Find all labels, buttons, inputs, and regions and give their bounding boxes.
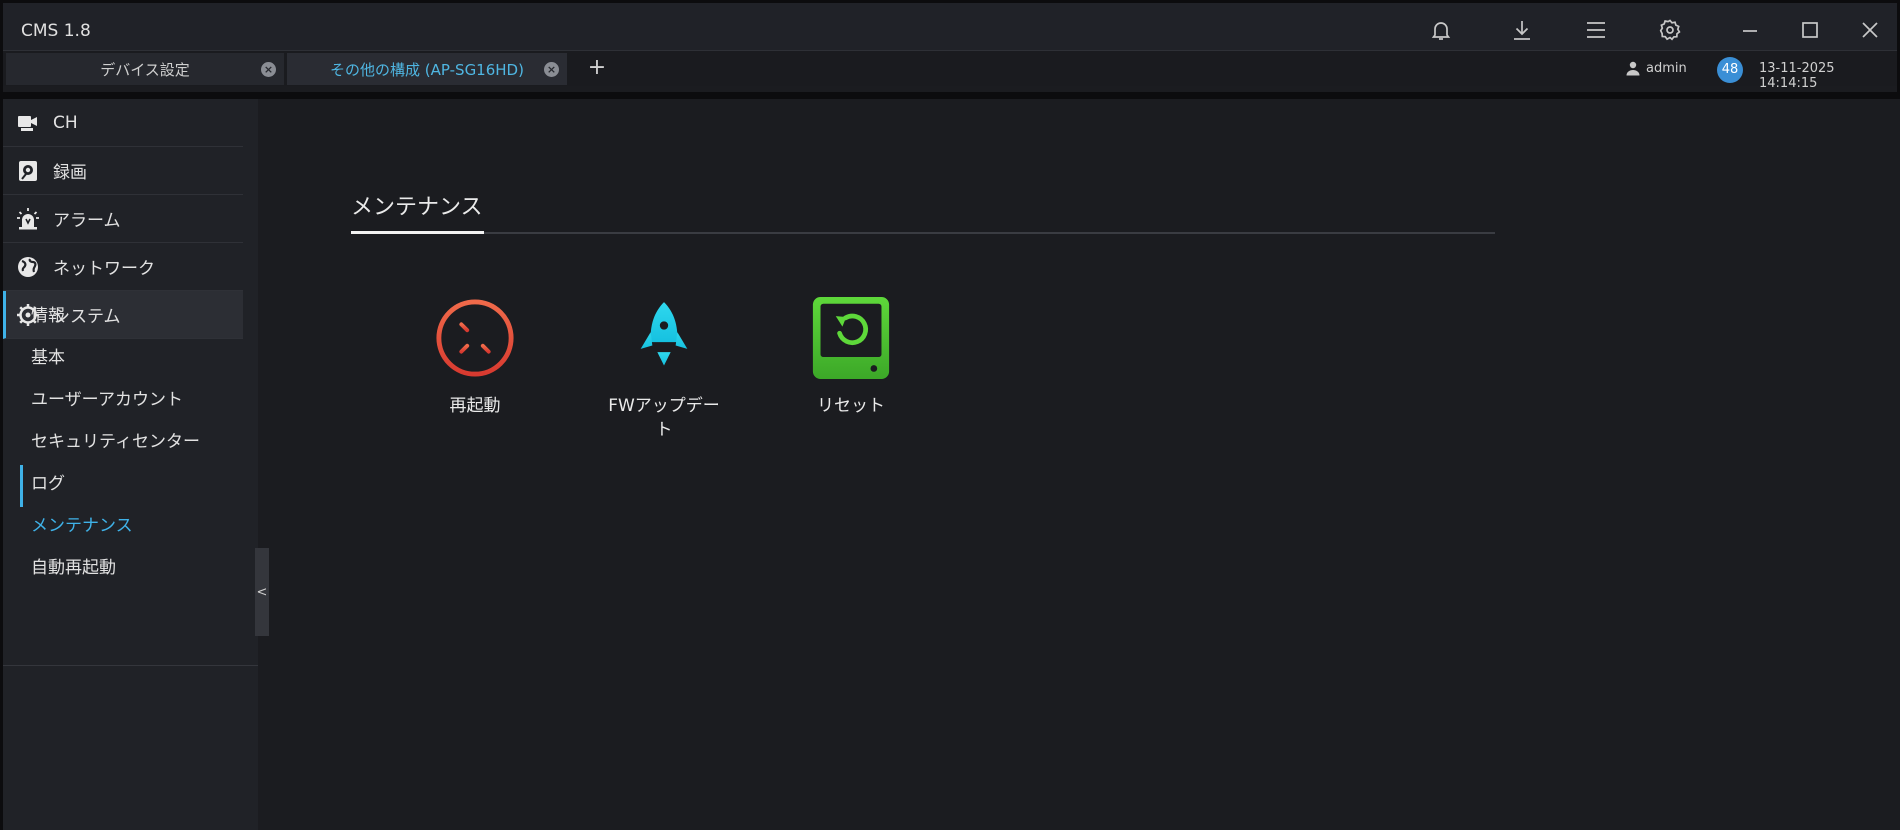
minimize-icon[interactable] [1737,17,1763,43]
restart-icon [433,294,517,382]
close-icon[interactable] [1857,17,1883,43]
submenu-item-log[interactable]: ログ [31,469,65,494]
sidebar: CH 録画 アラーム ネットワーク システム 情報 基本 ユーザーアカウント セ… [3,99,258,830]
reset-icon [809,294,893,382]
tile-label: リセット [817,396,885,416]
sidebar-item-network[interactable]: ネットワーク [3,243,243,291]
alarm-icon [15,206,41,232]
header-divider [3,92,1897,99]
camera-icon [15,110,41,136]
sidebar-item-ch[interactable]: CH [3,99,243,147]
user-name: admin [1646,60,1687,76]
tab-other-config[interactable]: その他の構成 (AP-SG16HD) × [287,53,567,85]
sidebar-item-label: アラーム [53,211,121,231]
tab-label: その他の構成 (AP-SG16HD) [330,60,524,79]
section-active-underline [351,231,484,234]
sidebar-item-label: ネットワーク [53,259,155,279]
sidebar-divider [3,665,258,666]
page-title: メンテナンス [351,195,483,220]
submenu-item-info[interactable]: 情報 [31,301,65,326]
bell-icon[interactable] [1428,17,1454,43]
tab-bar: デバイス設定 × その他の構成 (AP-SG16HD) × + admin 48… [3,50,1897,91]
recording-icon [15,158,41,184]
firmware-update-tile[interactable]: FWアップデート [594,294,734,442]
sidebar-item-recording[interactable]: 録画 [3,147,243,195]
submenu-item-user-account[interactable]: ユーザーアカウント [31,385,183,410]
download-icon[interactable] [1509,17,1535,43]
submenu-item-auto-reboot[interactable]: 自動再起動 [31,553,116,578]
sidebar-item-alarm[interactable]: アラーム [3,195,243,243]
user-icon [1626,61,1640,76]
maximize-icon[interactable] [1797,17,1823,43]
submenu-active-indicator [20,465,23,507]
reset-tile[interactable]: リセット [781,294,921,418]
submenu-item-basic[interactable]: 基本 [31,343,65,368]
add-tab-button[interactable]: + [585,56,609,80]
title-bar: CMS 1.8 [3,0,1897,50]
menu-icon[interactable] [1583,17,1609,43]
app-title: CMS 1.8 [21,21,91,41]
sidebar-item-label: 録画 [53,163,87,183]
tile-label: FWアップデート [608,396,720,440]
tile-label: 再起動 [449,396,501,416]
submenu-item-security-center[interactable]: セキュリティセンター [31,427,200,452]
sidebar-collapse-handle[interactable]: < [255,548,269,636]
tab-close-icon[interactable]: × [261,62,276,77]
main-content: メンテナンス 再起動 FWアップデート リセット [269,99,1900,830]
app-window: CMS 1.8 デバイス設定 × その他の構成 (AP-SG16HD) × + … [0,0,1900,830]
submenu-item-maintenance[interactable]: メンテナンス [31,511,133,536]
gear-icon[interactable] [1657,17,1683,43]
notification-badge[interactable]: 48 [1717,57,1743,83]
globe-icon [15,254,41,280]
tab-close-icon[interactable]: × [544,62,559,77]
tab-label: デバイス設定 [100,60,190,79]
section-divider [351,232,1495,234]
restart-tile[interactable]: 再起動 [405,294,545,418]
sidebar-item-label: CH [53,112,78,133]
tab-device-settings[interactable]: デバイス設定 × [6,53,284,85]
datetime-display: 13-11-2025 14:14:15 [1759,61,1835,91]
rocket-icon [622,294,706,382]
user-account[interactable]: admin [1625,60,1687,76]
